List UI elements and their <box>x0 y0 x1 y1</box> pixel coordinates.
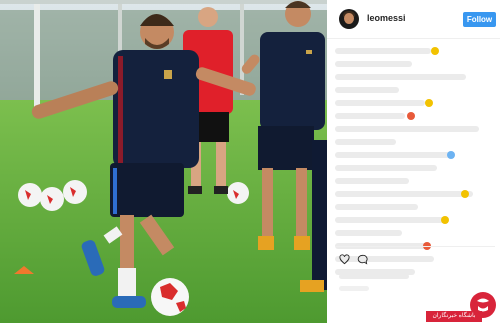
list-item <box>335 74 467 80</box>
emoji-icon <box>431 47 439 55</box>
list-item <box>335 112 415 120</box>
watermark-text: باشگاه خبرنگاران <box>426 311 482 322</box>
emoji-icon <box>441 216 449 224</box>
list-item <box>335 151 455 159</box>
list-item <box>335 216 449 224</box>
match-ball <box>151 278 189 316</box>
profile-avatar[interactable] <box>339 9 359 29</box>
likes-line <box>339 274 409 279</box>
emoji-icon <box>407 112 415 120</box>
post-side-panel: leomessi Follow <box>327 0 500 323</box>
list-item <box>335 99 433 107</box>
timestamp-line <box>339 286 369 291</box>
list-item <box>335 139 396 145</box>
list-item <box>335 190 473 198</box>
list-item <box>335 87 399 93</box>
follow-button[interactable]: Follow <box>463 12 496 27</box>
list-item <box>335 165 438 171</box>
emoji-icon <box>447 151 455 159</box>
emoji-icon <box>425 99 433 107</box>
heart-icon[interactable] <box>339 254 350 265</box>
username-link[interactable]: leomessi <box>367 13 406 23</box>
post-header: leomessi Follow <box>327 0 500 39</box>
list-item <box>335 204 419 210</box>
emoji-icon <box>461 190 469 198</box>
list-item <box>335 47 439 55</box>
list-item <box>335 230 403 236</box>
news-agency-watermark: باشگاه خبرنگاران <box>426 292 498 322</box>
speech-bubble-icon[interactable] <box>357 254 368 265</box>
actions-divider <box>335 246 495 247</box>
list-item <box>335 178 409 184</box>
list-item <box>335 126 479 132</box>
post-photo[interactable] <box>0 0 327 323</box>
list-item <box>335 61 412 67</box>
training-scene <box>0 0 327 323</box>
